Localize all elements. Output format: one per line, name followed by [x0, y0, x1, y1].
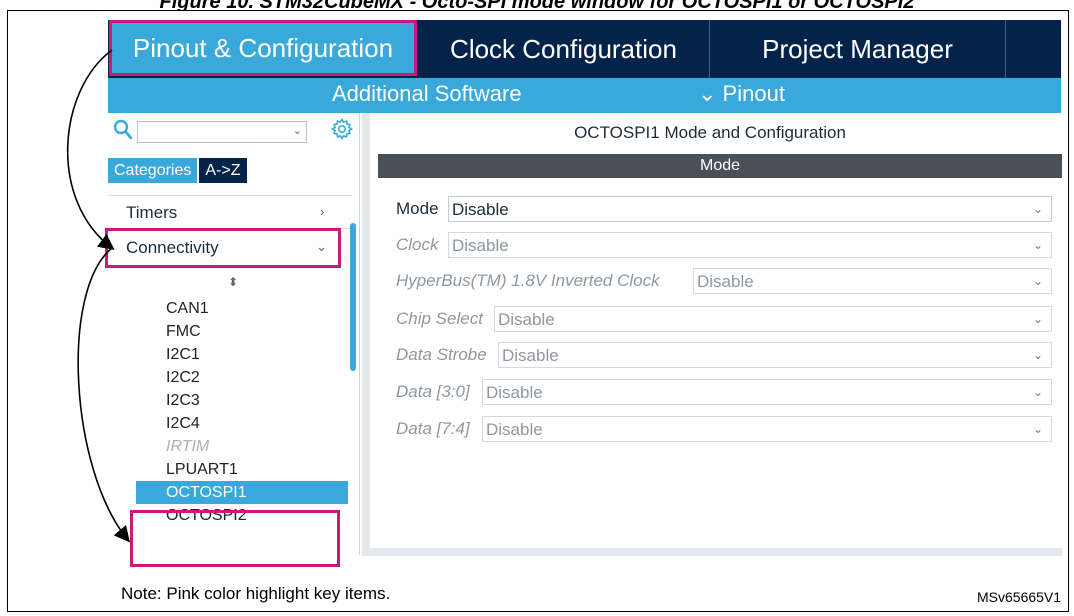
select-value: Disable [502, 346, 559, 365]
select-value: Disable [486, 383, 543, 402]
category-tabs: Categories A->Z [108, 158, 247, 183]
panel-title: OCTOSPI1 Mode and Configuration [574, 123, 846, 142]
chevron-down-icon: ⌄ [292, 125, 302, 137]
category-timers[interactable]: Timers › [108, 195, 352, 229]
chip-select-field: Chip Select Disable ⌄ [396, 306, 1052, 332]
data-7-4-field: Data [7:4] Disable ⌄ [396, 416, 1052, 442]
sort-icon[interactable]: ⬍ [228, 275, 238, 289]
mode-field: Mode Disable ⌄ [396, 196, 1052, 222]
list-item[interactable]: LPUART1 [136, 458, 348, 481]
octospi-highlight-box [130, 510, 340, 567]
list-item[interactable]: I2C2 [136, 366, 348, 389]
tab-categories[interactable]: Categories [108, 158, 198, 183]
select-value: Disable [452, 200, 509, 219]
chevron-down-icon: ⌄ [1032, 385, 1043, 399]
panel-bottom-strip [362, 548, 1062, 556]
pinout-menu[interactable]: ⌄ Pinout [698, 81, 785, 107]
chevron-down-icon: ⌄ [1032, 238, 1043, 252]
chevron-down-icon: ⌄ [316, 239, 327, 254]
select-value: Disable [697, 272, 754, 291]
chevron-down-icon: ⌄ [1032, 422, 1043, 436]
clock-select[interactable]: Disable ⌄ [448, 232, 1052, 258]
tab-a-to-z[interactable]: A->Z [199, 158, 247, 183]
list-item[interactable]: FMC [136, 320, 348, 343]
chevron-down-icon: ⌄ [1032, 274, 1043, 288]
hyperbus-inverted-clock-select[interactable]: Disable ⌄ [693, 268, 1052, 294]
select-value: Disable [452, 236, 509, 255]
category-label: Connectivity [126, 238, 219, 257]
additional-software-menu[interactable]: Additional Software [332, 81, 522, 107]
note-text: Note: Pink color highlight key items. [121, 584, 391, 603]
figure-code: MSv65665V1 [977, 589, 1062, 605]
categories-panel: ⌄ Categories A->Z Timers › Connectivity … [105, 113, 360, 555]
field-label: Chip Select [396, 309, 483, 328]
list-item[interactable]: I2C4 [136, 412, 348, 435]
chevron-down-icon: ⌄ [1032, 202, 1043, 216]
tab-pinout-configuration[interactable]: Pinout & Configuration [109, 20, 417, 76]
chevron-down-icon: ⌄ [1032, 312, 1043, 326]
field-label: HyperBus(TM) 1.8V Inverted Clock [396, 271, 660, 290]
field-label: Data [7:4] [396, 419, 470, 438]
data-3-0-select[interactable]: Disable ⌄ [482, 379, 1052, 405]
select-value: Disable [498, 310, 555, 329]
tab-project-manager[interactable]: Project Manager [710, 20, 1006, 78]
list-item-selected[interactable]: OCTOSPI1 [136, 481, 348, 504]
search-row: ⌄ [108, 113, 360, 153]
field-label: Data [3:0] [396, 382, 470, 401]
tab-clock-configuration[interactable]: Clock Configuration [418, 20, 710, 78]
data-strobe-field: Data Strobe Disable ⌄ [396, 342, 1052, 368]
top-navigation: Pinout & Configuration Clock Configurati… [108, 20, 1061, 78]
list-item[interactable]: I2C3 [136, 389, 348, 412]
field-label: Clock [396, 235, 439, 254]
search-input[interactable]: ⌄ [137, 121, 307, 143]
sub-navigation: Additional Software ⌄ Pinout [108, 78, 1061, 113]
mode-section-header: Mode [378, 154, 1062, 178]
list-item[interactable]: I2C1 [136, 343, 348, 366]
hyperbus-inverted-clock-field: HyperBus(TM) 1.8V Inverted Clock Disable… [396, 268, 1052, 294]
select-value: Disable [486, 420, 543, 439]
scrollbar[interactable] [350, 223, 356, 371]
chevron-down-icon: ⌄ [1032, 348, 1043, 362]
list-item[interactable]: CAN1 [136, 297, 348, 320]
chip-select-select[interactable]: Disable ⌄ [494, 306, 1052, 332]
category-label: Timers [126, 203, 178, 222]
mode-configuration-panel: OCTOSPI1 Mode and Configuration Mode Mod… [362, 113, 1062, 555]
data-3-0-field: Data [3:0] Disable ⌄ [396, 379, 1052, 405]
data-strobe-select[interactable]: Disable ⌄ [498, 342, 1052, 368]
ip-list: CAN1 FMC I2C1 I2C2 I2C3 I2C4 IRTIM LPUAR… [136, 297, 348, 527]
list-item[interactable]: IRTIM [136, 435, 348, 458]
field-label: Data Strobe [396, 345, 487, 364]
chevron-right-icon: › [320, 204, 325, 219]
clock-field: Clock Disable ⌄ [396, 232, 1052, 258]
mode-select[interactable]: Disable ⌄ [448, 196, 1052, 222]
gear-icon[interactable] [330, 117, 354, 141]
search-icon[interactable] [113, 119, 133, 141]
field-label: Mode [396, 199, 439, 218]
data-7-4-select[interactable]: Disable ⌄ [482, 416, 1052, 442]
category-connectivity[interactable]: Connectivity ⌄ [105, 228, 341, 268]
